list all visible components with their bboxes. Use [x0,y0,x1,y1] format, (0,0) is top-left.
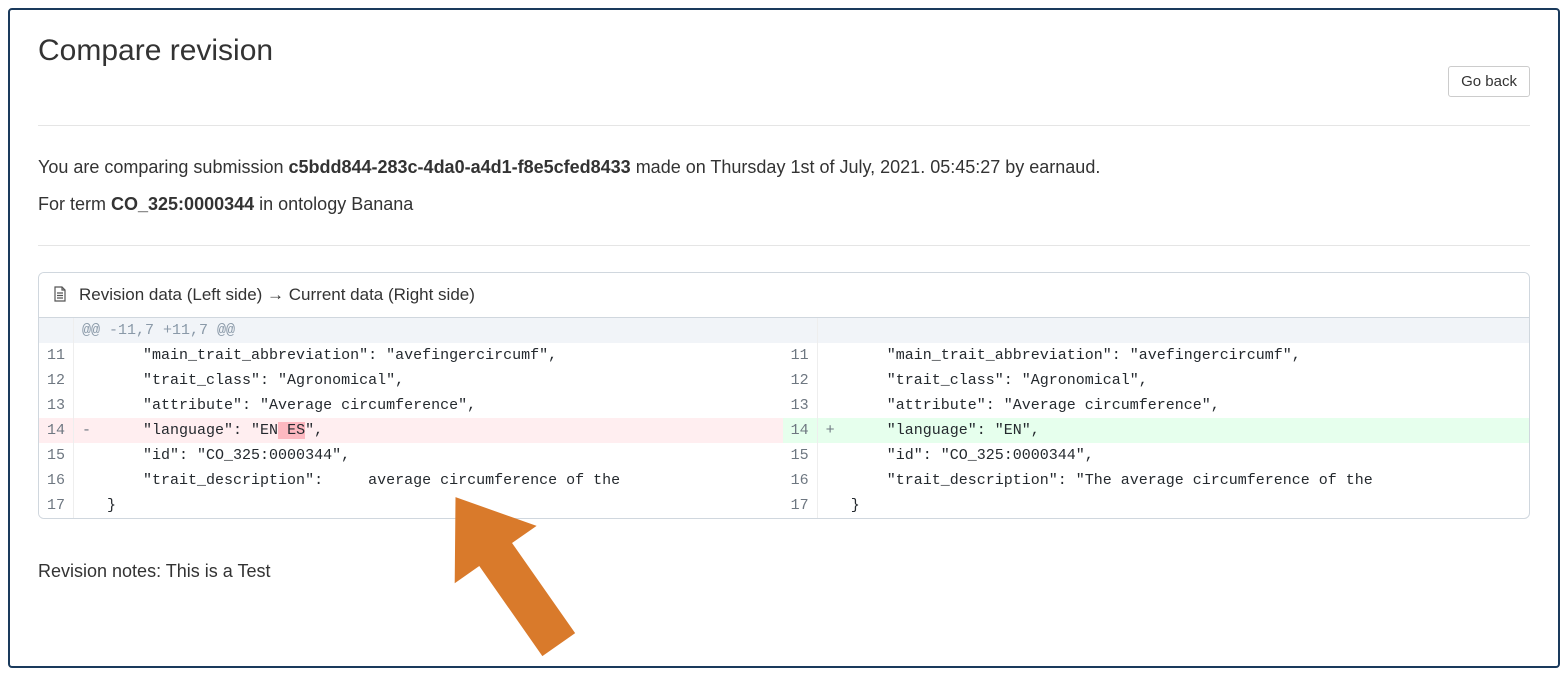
diff-code-right: "id": "CO_325:0000344", [843,443,1529,468]
term-suffix: in ontology Banana [254,194,413,214]
diff-code-left: "attribute": "Average circumference", [99,393,783,418]
go-back-button[interactable]: Go back [1448,66,1530,97]
diff-sign-right [817,468,843,493]
line-number-right: 16 [783,468,818,493]
diff-sign-right [817,443,843,468]
diff-code-left: } [99,493,783,518]
submission-id: c5bdd844-283c-4da0-a4d1-f8e5cfed8433 [288,157,630,177]
term-prefix: For term [38,194,111,214]
diff-row: 13 "attribute": "Average circumference",… [39,393,1529,418]
compare-revision-window: Compare revision Go back You are compari… [8,8,1560,668]
notes-label: Revision notes: [38,561,166,581]
diff-sign-left [74,493,100,518]
diff-code-right: "attribute": "Average circumference", [843,393,1529,418]
line-number-right: 14 [783,418,818,443]
line-number-left: 12 [39,368,74,393]
notes-value: This is a Test [166,561,271,581]
line-number-left [39,318,74,343]
line-number-right: 13 [783,393,818,418]
diff-sign-right [817,368,843,393]
diff-code-left: "trait_description": average circumferen… [99,468,783,493]
term-id: CO_325:0000344 [111,194,254,214]
line-number-left: 15 [39,443,74,468]
revision-notes: Revision notes: This is a Test [38,561,1530,582]
diff-sign-left [74,468,100,493]
diff-row: 15 "id": "CO_325:0000344",15 "id": "CO_3… [39,443,1529,468]
info-middle: made on Thursday 1st of July, 2021. 05:4… [631,157,1101,177]
submission-info: You are comparing submission c5bdd844-28… [38,152,1530,183]
file-icon [53,286,69,304]
diff-sign-left [74,343,100,368]
line-number-left: 16 [39,468,74,493]
diff-code-right: "trait_class": "Agronomical", [843,368,1529,393]
header-row: Compare revision Go back [38,34,1530,97]
line-number-right: 12 [783,368,818,393]
diff-sign-left [74,393,100,418]
diff-container: Revision data (Left side) → Current data… [38,272,1530,519]
diff-sign-left: - [74,418,100,443]
line-number-right [783,318,818,343]
diff-sign-right [817,343,843,368]
diff-sign-right [817,493,843,518]
diff-row: 17}17} [39,493,1529,518]
line-number-right: 11 [783,343,818,368]
line-number-left: 11 [39,343,74,368]
info-prefix: You are comparing submission [38,157,288,177]
diff-sign-right: + [817,418,843,443]
diff-sign-left [74,368,100,393]
line-number-right: 15 [783,443,818,468]
diff-code-right: "language": "EN", [843,418,1529,443]
diff-code-right: } [843,493,1529,518]
line-number-left: 17 [39,493,74,518]
diff-row: 11 "main_trait_abbreviation": "avefinger… [39,343,1529,368]
diff-code-left: "id": "CO_325:0000344", [99,443,783,468]
diff-code-left: "main_trait_abbreviation": "avefingercir… [99,343,783,368]
divider [38,245,1530,246]
line-number-left: 13 [39,393,74,418]
line-number-left: 14 [39,418,74,443]
diff-code-right: "main_trait_abbreviation": "avefingercir… [843,343,1529,368]
diff-row: 14- "language": "EN ES",14+ "language": … [39,418,1529,443]
term-info: For term CO_325:0000344 in ontology Bana… [38,189,1530,220]
diff-sign-left [74,443,100,468]
hunk-text: @@ -11,7 +11,7 @@ [74,318,783,343]
divider [38,125,1530,126]
line-number-right: 17 [783,493,818,518]
diff-code-left: "trait_class": "Agronomical", [99,368,783,393]
diff-row: 16 "trait_description": average circumfe… [39,468,1529,493]
diff-row: 12 "trait_class": "Agronomical",12 "trai… [39,368,1529,393]
diff-header-label: Revision data (Left side) → Current data… [79,285,475,305]
diff-header: Revision data (Left side) → Current data… [39,273,1529,318]
diff-hunk-header: @@ -11,7 +11,7 @@ [39,318,1529,343]
diff-table: @@ -11,7 +11,7 @@11 "main_trait_abbrevia… [39,318,1529,518]
hunk-text-right [817,318,1529,343]
page-title: Compare revision [38,34,273,68]
diff-code-left: "language": "EN ES", [99,418,783,443]
diff-code-right: "trait_description": "The average circum… [843,468,1529,493]
diff-sign-right [817,393,843,418]
